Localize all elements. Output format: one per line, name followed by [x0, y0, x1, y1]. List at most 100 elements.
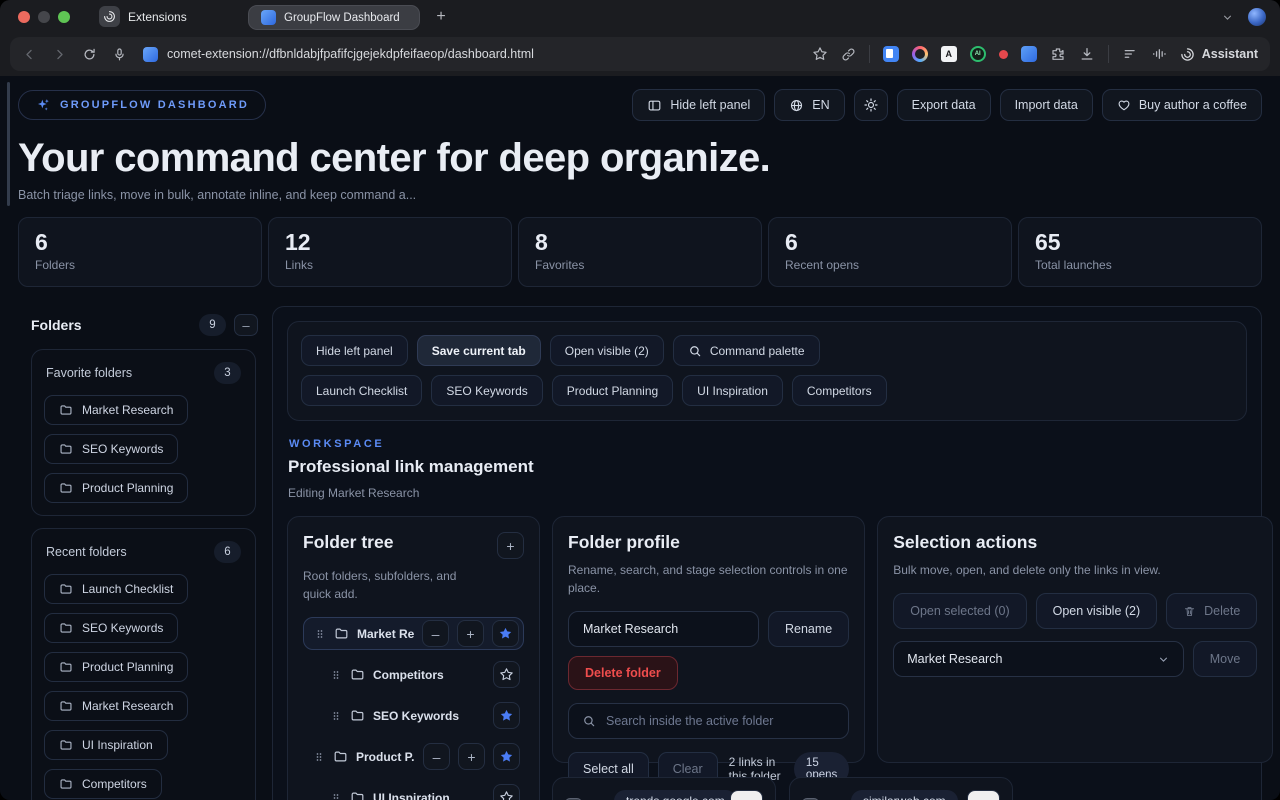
buy-coffee-header-button[interactable]: Buy author a coffee — [1102, 89, 1262, 121]
assistant-button[interactable]: Assistant — [1180, 47, 1258, 62]
export-data-button[interactable]: Export data — [897, 89, 991, 121]
address-bar[interactable]: comet-extension://dfbnldabjfpafifcjgejek… — [10, 37, 1270, 71]
ws-open-visible-button[interactable]: Open visible (2) — [550, 335, 664, 366]
collapse-folders-button[interactable]: – — [234, 314, 258, 336]
drag-handle-icon[interactable] — [330, 791, 342, 800]
link-domain[interactable]: trends.google.com — [614, 790, 737, 800]
recent-folder-seo-keywords[interactable]: SEO Keywords — [44, 613, 178, 643]
recent-folder-product-planning[interactable]: Product Planning — [44, 652, 188, 682]
favorite-star-button[interactable] — [493, 743, 520, 770]
ws-hide-left-panel-button[interactable]: Hide left panel — [301, 335, 408, 366]
drag-handle-icon[interactable] — [330, 668, 342, 682]
link-more-button[interactable] — [730, 790, 763, 800]
add-root-folder-button[interactable]: + — [497, 532, 524, 559]
recording-indicator-icon[interactable] — [999, 50, 1008, 59]
tree-row-market-research[interactable]: Market Re... – + — [303, 617, 524, 650]
import-data-button[interactable]: Import data — [1000, 89, 1093, 121]
recent-folder-market-research[interactable]: Market Research — [44, 691, 188, 721]
tree-row-ui-inspiration[interactable]: UI Inspiration — [318, 781, 524, 800]
copy-link-button[interactable] — [841, 47, 856, 62]
favorite-star-button[interactable] — [493, 702, 520, 729]
recent-folder-ui-inspiration[interactable]: UI Inspiration — [44, 730, 168, 760]
open-selected-button[interactable]: Open selected (0) — [893, 593, 1026, 629]
chip-competitors[interactable]: Competitors — [792, 375, 887, 406]
tab-title: GroupFlow Dashboard — [284, 12, 400, 24]
link-domain[interactable]: similarweb.com — [851, 790, 958, 800]
chip-launch-checklist[interactable]: Launch Checklist — [301, 375, 422, 406]
sidebar-folder-seo-keywords[interactable]: SEO Keywords — [44, 434, 178, 464]
hide-left-panel-button[interactable]: Hide left panel — [632, 89, 765, 121]
divider — [1108, 45, 1109, 63]
zoom-button[interactable] — [58, 11, 70, 23]
rename-button[interactable]: Rename — [768, 611, 849, 647]
minimize-button[interactable] — [38, 11, 50, 23]
tree-row-competitors[interactable]: Competitors — [318, 658, 524, 691]
back-button[interactable] — [22, 47, 37, 62]
reload-button[interactable] — [82, 47, 97, 62]
chevron-down-icon — [1157, 653, 1170, 666]
tree-row-product-planning[interactable]: Product P... – + — [303, 740, 524, 773]
open-visible-button[interactable]: Open visible (2) — [1036, 593, 1158, 629]
selection-actions-title: Selection actions — [893, 532, 1257, 553]
theme-toggle-button[interactable] — [854, 89, 888, 121]
microphone-button[interactable] — [112, 47, 127, 62]
recent-folder-competitors[interactable]: Competitors — [44, 769, 162, 799]
new-tab-button[interactable]: + — [432, 8, 450, 26]
close-button[interactable] — [18, 11, 30, 23]
extensions-page-chip[interactable]: Extensions — [99, 6, 187, 27]
collapse-folder-button[interactable]: – — [423, 743, 450, 770]
recent-folder-launch-checklist[interactable]: Launch Checklist — [44, 574, 188, 604]
extension-icon-groupflow[interactable] — [1021, 46, 1037, 62]
tab-search-chevron-icon[interactable] — [1221, 11, 1234, 24]
extension-icon-ai[interactable]: AI — [970, 46, 986, 62]
profile-avatar[interactable] — [1248, 8, 1266, 26]
folder-search-box[interactable] — [568, 703, 849, 739]
scrollbar-thumb[interactable] — [7, 82, 10, 206]
chip-seo-keywords[interactable]: SEO Keywords — [431, 375, 542, 406]
favorite-folders-count: 3 — [214, 362, 241, 384]
downloads-button[interactable] — [1079, 46, 1095, 62]
link-card-trends-google[interactable]: trends.google.com 9 opens — [552, 777, 776, 800]
link-more-button[interactable] — [967, 790, 1000, 800]
drag-handle-icon[interactable] — [314, 627, 326, 641]
tab-groupflow-dashboard[interactable]: GroupFlow Dashboard — [248, 5, 420, 30]
reading-list-button[interactable] — [1122, 46, 1138, 62]
page-favicon — [143, 47, 158, 62]
chip-product-planning[interactable]: Product Planning — [552, 375, 673, 406]
move-button[interactable]: Move — [1193, 641, 1258, 677]
sidebar-title: Folders — [31, 317, 82, 333]
favorite-star-button[interactable] — [493, 784, 520, 800]
brand-badge: GROUPFLOW DASHBOARD — [18, 90, 266, 120]
delete-selected-button[interactable]: Delete — [1166, 593, 1257, 629]
voice-waveform-button[interactable] — [1151, 46, 1167, 62]
drag-handle-icon[interactable] — [330, 709, 342, 723]
chip-ui-inspiration[interactable]: UI Inspiration — [682, 375, 783, 406]
extensions-puzzle-icon[interactable] — [1050, 46, 1066, 62]
browser-toolbar: comet-extension://dfbnldabjfpafifcjgejek… — [0, 34, 1280, 76]
bookmark-star-button[interactable] — [812, 46, 828, 62]
save-current-tab-button[interactable]: Save current tab — [417, 335, 541, 366]
forward-button[interactable] — [52, 47, 67, 62]
folder-search-input[interactable] — [606, 714, 835, 728]
editing-status: Editing Market Research — [288, 486, 1247, 500]
add-subfolder-button[interactable]: + — [458, 743, 485, 770]
sidebar-folder-product-planning[interactable]: Product Planning — [44, 473, 188, 503]
tree-row-seo-keywords[interactable]: SEO Keywords — [318, 699, 524, 732]
url-text[interactable]: comet-extension://dfbnldabjfpafifcjgejek… — [167, 47, 534, 61]
favorite-star-button[interactable] — [493, 661, 520, 688]
favorite-star-button[interactable] — [492, 620, 519, 647]
link-card-similarweb[interactable]: similarweb.com 6 opens — [789, 777, 1013, 800]
command-palette-button[interactable]: Command palette — [673, 335, 820, 366]
folder-name-input[interactable] — [568, 611, 759, 647]
sidebar-folder-market-research[interactable]: Market Research — [44, 395, 188, 425]
extension-icon-a[interactable]: A — [941, 46, 957, 62]
delete-folder-button[interactable]: Delete folder — [568, 656, 678, 690]
move-target-select[interactable]: Market Research — [893, 641, 1183, 677]
tree-row-label: Market Re... — [357, 627, 414, 641]
extension-icon-camera[interactable] — [912, 46, 928, 62]
add-subfolder-button[interactable]: + — [457, 620, 484, 647]
language-button[interactable]: EN — [774, 89, 844, 121]
drag-handle-icon[interactable] — [313, 750, 325, 764]
extension-icon-translate[interactable] — [883, 46, 899, 62]
collapse-folder-button[interactable]: – — [422, 620, 449, 647]
